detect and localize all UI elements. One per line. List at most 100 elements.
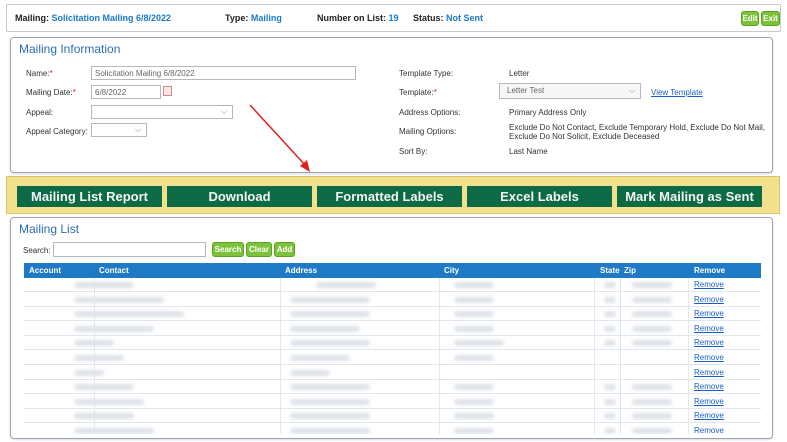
- remove-link[interactable]: Remove: [694, 280, 724, 289]
- redacted-cell: [290, 296, 370, 303]
- edit-button[interactable]: Edit: [741, 11, 759, 26]
- chevron-down-icon: ⌵: [628, 86, 636, 95]
- redacted-cell: [632, 413, 672, 420]
- redacted-cell: [604, 325, 616, 332]
- remove-link[interactable]: Remove: [694, 324, 724, 333]
- column-header-address[interactable]: Address: [285, 266, 317, 275]
- mailing-name-summary: Mailing: Solicitation Mailing 6/8/2022: [15, 13, 171, 23]
- mailing-options-label: Mailing Options:: [399, 127, 457, 136]
- table-row: Remove: [24, 424, 761, 434]
- appeal-category-label: Appeal Category:: [26, 127, 88, 136]
- redacted-cell: [290, 355, 350, 361]
- redacted-cell: [74, 325, 154, 332]
- formatted-labels-button[interactable]: Formatted Labels: [317, 186, 462, 207]
- redacted-cell: [74, 413, 134, 420]
- redacted-cell: [632, 282, 672, 288]
- redacted-cell: [454, 282, 494, 288]
- remove-link[interactable]: Remove: [694, 368, 724, 377]
- column-header-contact[interactable]: Contact: [99, 266, 129, 275]
- mailing-label: Mailing:: [15, 13, 49, 23]
- mailing-date-label: Mailing Date:*: [26, 88, 76, 97]
- exit-button[interactable]: Exit: [761, 11, 780, 26]
- mailing-list-report-button[interactable]: Mailing List Report: [17, 186, 162, 207]
- chevron-down-icon: ⌵: [220, 107, 228, 116]
- excel-labels-button[interactable]: Excel Labels: [467, 186, 612, 207]
- appeal-category-select[interactable]: ⌵: [91, 123, 147, 137]
- mailing-date-field[interactable]: 6/8/2022: [91, 85, 161, 99]
- column-header-city[interactable]: City: [444, 266, 459, 275]
- mailing-list-table-body: Remove Remove Remove Remove Remove Remove Remo…: [24, 278, 761, 434]
- status-summary: Status: Not Sent: [413, 13, 483, 23]
- redacted-cell: [604, 384, 616, 391]
- redacted-cell: [604, 311, 616, 318]
- redacted-cell: [74, 311, 184, 318]
- view-template-link[interactable]: View Template: [651, 88, 703, 97]
- remove-link[interactable]: Remove: [694, 309, 724, 318]
- remove-link[interactable]: Remove: [694, 382, 724, 391]
- redacted-cell: [74, 398, 144, 405]
- remove-link[interactable]: Remove: [694, 353, 724, 362]
- redacted-cell: [632, 325, 672, 332]
- redacted-cell: [290, 311, 370, 318]
- chevron-down-icon: ⌵: [134, 125, 142, 134]
- template-type-label: Template Type:: [399, 69, 454, 78]
- remove-link[interactable]: Remove: [694, 338, 724, 347]
- status-value: Not Sent: [446, 13, 484, 23]
- redacted-cell: [290, 428, 370, 434]
- search-input[interactable]: [53, 242, 206, 257]
- redacted-cell: [74, 282, 134, 288]
- sort-by-value: Last Name: [509, 147, 548, 156]
- redacted-cell: [632, 340, 672, 347]
- table-row: Remove: [24, 351, 761, 365]
- remove-link[interactable]: Remove: [694, 397, 724, 406]
- number-on-list-value: 19: [388, 13, 399, 23]
- remove-link[interactable]: Remove: [694, 411, 724, 420]
- clear-button[interactable]: Clear: [246, 242, 272, 257]
- column-header-state[interactable]: State: [600, 266, 620, 275]
- table-row: Remove: [24, 322, 761, 336]
- mailing-information-panel: Mailing Information Name:* Solicitation …: [10, 37, 773, 173]
- remove-link[interactable]: Remove: [694, 295, 724, 304]
- search-button[interactable]: Search: [212, 242, 244, 257]
- annotation-arrow-icon: [249, 104, 310, 172]
- template-select[interactable]: Letter Test ⌵: [499, 83, 641, 99]
- table-row: Remove: [24, 336, 761, 351]
- appeal-label: Appeal:: [26, 108, 54, 117]
- address-options-label: Address Options:: [399, 108, 461, 117]
- redacted-cell: [454, 296, 494, 303]
- table-row: Remove: [24, 278, 761, 292]
- redacted-cell: [74, 355, 124, 361]
- redacted-cell: [604, 398, 616, 405]
- redacted-cell: [74, 340, 114, 347]
- redacted-cell: [290, 340, 370, 347]
- redacted-cell: [604, 340, 616, 347]
- redacted-cell: [604, 413, 616, 420]
- download-button[interactable]: Download: [167, 186, 312, 207]
- redacted-cell: [454, 340, 504, 347]
- calendar-icon[interactable]: [163, 86, 172, 96]
- remove-link[interactable]: Remove: [694, 426, 724, 434]
- redacted-cell: [454, 398, 494, 405]
- name-field[interactable]: Solicitation Mailing 6/8/2022: [91, 66, 356, 80]
- add-button[interactable]: Add: [274, 242, 295, 257]
- mailing-options-line-1: Exclude Do Not Contact, Exclude Temporar…: [509, 123, 765, 132]
- column-header-zip[interactable]: Zip: [624, 266, 636, 275]
- redacted-cell: [632, 311, 672, 318]
- redacted-cell: [290, 369, 330, 376]
- redacted-cell: [316, 282, 376, 288]
- type-label: Type:: [225, 13, 249, 23]
- column-header-account[interactable]: Account: [29, 266, 61, 275]
- redacted-cell: [454, 325, 494, 332]
- number-on-list-label: Number on List:: [317, 13, 386, 23]
- mailing-information-title: Mailing Information: [19, 42, 121, 56]
- table-row: Remove: [24, 307, 761, 322]
- redacted-cell: [632, 428, 672, 434]
- appeal-select[interactable]: ⌵: [91, 105, 233, 119]
- column-header-remove: Remove: [694, 266, 726, 275]
- redacted-cell: [290, 384, 370, 391]
- redacted-cell: [74, 428, 154, 434]
- type-value: Mailing: [250, 13, 282, 23]
- mark-mailing-as-sent-button[interactable]: Mark Mailing as Sent: [617, 186, 762, 207]
- template-type-value: Letter: [509, 69, 530, 78]
- status-label: Status:: [413, 13, 444, 23]
